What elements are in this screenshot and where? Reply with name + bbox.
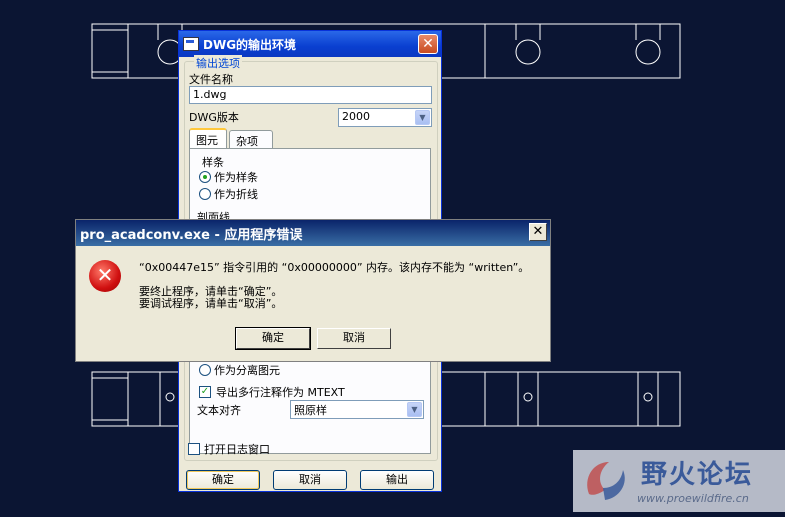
tab-misc[interactable]: 杂项: [229, 130, 273, 148]
error-message: “0x00447e15” 指令引用的 “0x00000000” 内存。该内存不能…: [139, 261, 530, 274]
tab-entities[interactable]: 图元: [189, 128, 227, 148]
application-error-dialog: pro_acadconv.exe - 应用程序错误 ✕ ✕ “0x00447e1…: [75, 219, 551, 362]
forum-watermark: 野火论坛 www.proewildfire.cn: [573, 450, 785, 512]
mtext-checkbox[interactable]: ✓: [199, 386, 211, 398]
error-debug-hint: 要调试程序，请单击“取消”。: [139, 297, 283, 310]
version-label: DWG版本: [189, 111, 239, 124]
text-align-select[interactable]: 照原样 ▼: [290, 400, 424, 419]
error-icon: ✕: [89, 260, 121, 292]
log-window-label: 打开日志窗口: [204, 443, 270, 456]
close-icon[interactable]: ✕: [418, 34, 438, 54]
dwg-dialog-title: DWG的输出环境: [203, 37, 297, 52]
app-icon: [183, 37, 199, 51]
output-options-legend: 输出选项: [194, 55, 242, 71]
radio-as-separate[interactable]: [199, 364, 211, 376]
chevron-down-icon[interactable]: ▼: [407, 402, 422, 417]
as-spline-label: 作为样条: [214, 171, 258, 184]
error-cancel-button[interactable]: 取消: [317, 328, 391, 349]
chevron-down-icon[interactable]: ▼: [415, 110, 430, 125]
forum-url: www.proewildfire.cn: [637, 492, 749, 505]
text-align-value: 照原样: [294, 404, 327, 417]
radio-as-polyline[interactable]: [199, 188, 211, 200]
forum-name: 野火论坛: [641, 460, 754, 490]
error-dialog-titlebar[interactable]: pro_acadconv.exe - 应用程序错误: [76, 220, 550, 246]
ok-button[interactable]: 确定: [186, 470, 260, 490]
text-align-label: 文本对齐: [197, 404, 241, 417]
radio-as-spline[interactable]: [199, 171, 211, 183]
error-dialog-title: pro_acadconv.exe - 应用程序错误: [80, 227, 303, 243]
close-icon[interactable]: ✕: [529, 223, 547, 241]
spline-group-label: 样条: [202, 156, 224, 169]
error-ok-button[interactable]: 确定: [235, 327, 311, 350]
cancel-button[interactable]: 取消: [273, 470, 347, 490]
export-button[interactable]: 输出: [360, 470, 434, 490]
dwg-dialog-titlebar[interactable]: DWG的输出环境: [179, 31, 441, 57]
filename-label: 文件名称: [189, 73, 233, 86]
version-value: 2000: [342, 110, 370, 123]
wildfire-logo-icon: [587, 462, 625, 500]
filename-input[interactable]: 1.dwg: [189, 86, 432, 104]
mtext-label: 导出多行注释作为 MTEXT: [216, 386, 345, 399]
as-separate-label: 作为分离图元: [214, 364, 280, 377]
as-polyline-label: 作为折线: [214, 188, 258, 201]
log-window-checkbox[interactable]: [188, 443, 200, 455]
version-select[interactable]: 2000 ▼: [338, 108, 432, 127]
